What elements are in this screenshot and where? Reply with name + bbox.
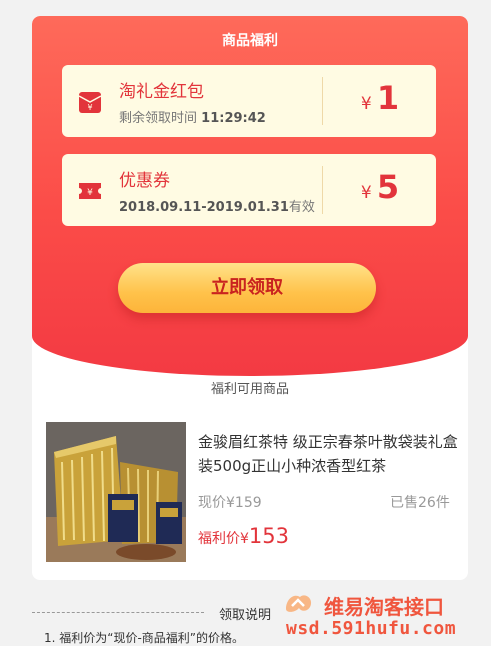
perk-divider [322,166,323,214]
coupon-name: 优惠券 [119,171,170,191]
svg-text:¥: ¥ [87,188,93,198]
countdown-label: 剩余领取时间 [119,111,198,126]
coupon-perk: ¥ 优惠券 2018.09.11-2019.01.31有效 ¥ 5 [62,154,436,226]
red-packet-countdown: 剩余领取时间 11:29:42 [119,107,266,126]
rules-item: 1. 福利价为“现价-商品福利”的价格。 [44,631,245,645]
deal-price: 福利价¥153 [198,524,289,548]
coupon-amount: ¥ 5 [324,168,436,206]
ticket-icon: ¥ [79,183,101,199]
product-image[interactable] [46,422,186,562]
amount-value: 5 [376,168,400,206]
tea-gift-box-image [46,422,186,562]
section-title: 福利可用商品 [210,382,289,397]
perk-divider [322,77,323,125]
validity-suffix: 有效 [288,200,315,215]
countdown-time: 11:29:42 [201,111,266,126]
sold-count: 已售26件 [390,495,450,511]
red-envelope-icon: ¥ [78,92,102,113]
amount-value: 1 [376,79,400,117]
price-label: 现价 [198,495,226,511]
red-packet-name: 淘礼金红包 [119,82,204,102]
deal-currency: ¥ [240,531,249,547]
red-packet-amount: ¥ 1 [324,79,436,117]
deal-label: 福利价 [198,531,240,547]
price-value: ¥159 [226,495,262,511]
red-packet-perk: ¥ 淘礼金红包 剩余领取时间 11:29:42 ¥ 1 [62,65,436,137]
svg-text:¥: ¥ [87,103,92,112]
hero-title: 商品福利 [222,33,278,49]
watermark-text: 维易淘客接口 [324,595,444,619]
rules-divider [32,612,204,613]
coupon-validity: 2018.09.11-2019.01.31有效 [119,196,315,215]
rules-title: 领取说明 [219,608,272,623]
current-price: 现价¥159 [198,492,262,512]
watermark-logo-icon [286,595,312,612]
validity-dates: 2018.09.11-2019.01.31 [119,200,289,215]
currency-symbol: ¥ [360,183,372,203]
product-title[interactable]: 金骏眉红茶特 级正宗春茶叶散袋装礼盒装500g正山小种浓香型红茶 [198,430,460,478]
benefit-card: 商品福利 ¥ 淘礼金红包 剩余领取时间 11:29:42 ¥ 1 ¥ 优惠券 2… [32,16,468,580]
claim-now-button[interactable]: 立即领取 [118,263,376,313]
deal-value: 153 [248,524,290,548]
currency-symbol: ¥ [360,94,372,114]
watermark-url: wsd.591hufu.com [286,618,457,639]
